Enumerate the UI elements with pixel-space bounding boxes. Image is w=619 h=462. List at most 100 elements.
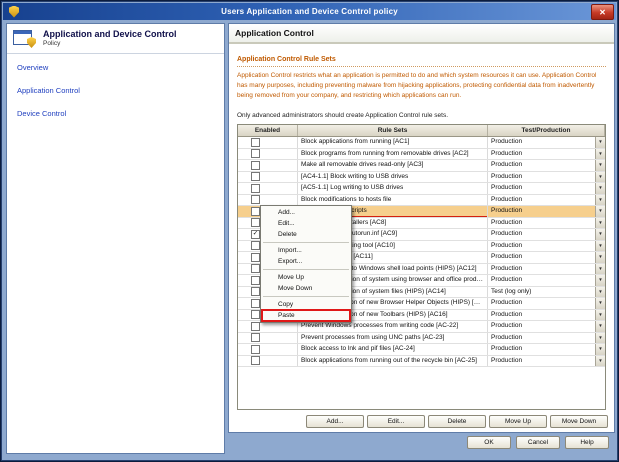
mode-select[interactable]: Production ▼ xyxy=(488,160,605,171)
mode-select[interactable]: Production ▼ xyxy=(488,252,605,263)
menu-item-add[interactable]: Add... xyxy=(262,207,350,218)
rule-name[interactable]: Prevent processes from using UNC paths [… xyxy=(298,333,488,344)
column-header-test-production[interactable]: Test/Production xyxy=(488,125,605,136)
mode-select[interactable]: Production ▼ xyxy=(488,264,605,275)
enabled-checkbox[interactable]: ✓ xyxy=(251,230,260,239)
menu-item-export[interactable]: Export... xyxy=(262,256,350,267)
dropdown-arrow-icon[interactable]: ▼ xyxy=(595,310,605,321)
enabled-checkbox[interactable] xyxy=(251,253,260,262)
mode-select[interactable]: Production ▼ xyxy=(488,321,605,332)
table-row[interactable]: Block programs from running from removab… xyxy=(238,149,605,161)
rule-name[interactable]: Block applications from running [AC1] xyxy=(298,137,488,148)
mode-select[interactable]: Production ▼ xyxy=(488,172,605,183)
help-button[interactable]: Help xyxy=(565,436,609,449)
rule-name[interactable]: Block applications from running out of t… xyxy=(298,356,488,367)
dropdown-arrow-icon[interactable]: ▼ xyxy=(595,264,605,275)
enabled-checkbox[interactable] xyxy=(251,149,260,158)
dropdown-arrow-icon[interactable]: ▼ xyxy=(595,229,605,240)
dropdown-arrow-icon[interactable]: ▼ xyxy=(595,287,605,298)
dropdown-arrow-icon[interactable]: ▼ xyxy=(595,172,605,183)
enabled-checkbox[interactable] xyxy=(251,322,260,331)
enabled-checkbox[interactable] xyxy=(251,276,260,285)
table-row[interactable]: Prevent processes from using UNC paths [… xyxy=(238,333,605,345)
menu-item-paste[interactable]: Paste xyxy=(262,310,350,321)
mode-select[interactable]: Production ▼ xyxy=(488,206,605,217)
dropdown-arrow-icon[interactable]: ▼ xyxy=(595,333,605,344)
enabled-checkbox[interactable] xyxy=(251,195,260,204)
sidebar-item-device-control[interactable]: Device Control xyxy=(17,109,214,118)
move-up-button[interactable]: Move Up xyxy=(489,415,547,428)
dropdown-arrow-icon[interactable]: ▼ xyxy=(595,344,605,355)
enabled-checkbox[interactable] xyxy=(251,310,260,319)
mode-select[interactable]: Production ▼ xyxy=(488,310,605,321)
ok-button[interactable]: OK xyxy=(467,436,511,449)
sidebar-item-overview[interactable]: Overview xyxy=(17,63,214,72)
dropdown-arrow-icon[interactable]: ▼ xyxy=(595,356,605,367)
table-row[interactable]: [AC5-1.1] Log writing to USB drives Prod… xyxy=(238,183,605,195)
add-button[interactable]: Add... xyxy=(306,415,364,428)
dropdown-arrow-icon[interactable]: ▼ xyxy=(595,298,605,309)
mode-select[interactable]: Production ▼ xyxy=(488,356,605,367)
enabled-checkbox[interactable] xyxy=(251,333,260,342)
delete-button[interactable]: Delete xyxy=(428,415,486,428)
mode-select[interactable]: Production ▼ xyxy=(488,275,605,286)
mode-select[interactable]: Test (log only) ▼ xyxy=(488,287,605,298)
mode-select[interactable]: Production ▼ xyxy=(488,195,605,206)
rule-name[interactable]: [AC5-1.1] Log writing to USB drives xyxy=(298,183,488,194)
enabled-checkbox[interactable] xyxy=(251,264,260,273)
table-row[interactable]: Block applications from running out of t… xyxy=(238,356,605,368)
menu-item-move-up[interactable]: Move Up xyxy=(262,272,350,283)
table-row[interactable]: Block access to lnk and pif files [AC-24… xyxy=(238,344,605,356)
menu-item-move-down[interactable]: Move Down xyxy=(262,283,350,294)
enabled-checkbox[interactable] xyxy=(251,161,260,170)
dropdown-arrow-icon[interactable]: ▼ xyxy=(595,321,605,332)
enabled-checkbox[interactable] xyxy=(251,172,260,181)
title-bar[interactable]: Users Application and Device Control pol… xyxy=(3,3,616,20)
enabled-checkbox[interactable] xyxy=(251,218,260,227)
dropdown-arrow-icon[interactable]: ▼ xyxy=(595,241,605,252)
dropdown-arrow-icon[interactable]: ▼ xyxy=(595,195,605,206)
dropdown-arrow-icon[interactable]: ▼ xyxy=(595,137,605,148)
mode-select[interactable]: Production ▼ xyxy=(488,183,605,194)
mode-select[interactable]: Production ▼ xyxy=(488,149,605,160)
cancel-button[interactable]: Cancel xyxy=(516,436,560,449)
mode-select[interactable]: Production ▼ xyxy=(488,137,605,148)
edit-button[interactable]: Edit... xyxy=(367,415,425,428)
table-row[interactable]: Block applications from running [AC1] Pr… xyxy=(238,137,605,149)
mode-select[interactable]: Production ▼ xyxy=(488,241,605,252)
table-row[interactable]: Make all removable drives read-only [AC3… xyxy=(238,160,605,172)
enabled-checkbox[interactable] xyxy=(251,356,260,365)
rule-name[interactable]: Make all removable drives read-only [AC3… xyxy=(298,160,488,171)
dropdown-arrow-icon[interactable]: ▼ xyxy=(595,183,605,194)
rule-name[interactable]: [AC4-1.1] Block writing to USB drives xyxy=(298,172,488,183)
enabled-checkbox[interactable] xyxy=(251,287,260,296)
menu-item-edit[interactable]: Edit... xyxy=(262,218,350,229)
mode-select[interactable]: Production ▼ xyxy=(488,229,605,240)
table-row[interactable]: [AC4-1.1] Block writing to USB drives Pr… xyxy=(238,172,605,184)
menu-item-import[interactable]: Import... xyxy=(262,245,350,256)
rule-name[interactable]: Block modifications to hosts file xyxy=(298,195,488,206)
dropdown-arrow-icon[interactable]: ▼ xyxy=(595,275,605,286)
menu-item-delete[interactable]: Delete xyxy=(262,229,350,240)
enabled-checkbox[interactable] xyxy=(251,207,260,216)
column-header-rule-sets[interactable]: Rule Sets xyxy=(298,125,488,136)
menu-item-copy[interactable]: Copy xyxy=(262,299,350,310)
mode-select[interactable]: Production ▼ xyxy=(488,218,605,229)
enabled-checkbox[interactable] xyxy=(251,241,260,250)
dropdown-arrow-icon[interactable]: ▼ xyxy=(595,149,605,160)
enabled-checkbox[interactable] xyxy=(251,299,260,308)
rule-name[interactable]: Block programs from running from removab… xyxy=(298,149,488,160)
dropdown-arrow-icon[interactable]: ▼ xyxy=(595,252,605,263)
enabled-checkbox[interactable] xyxy=(251,138,260,147)
mode-select[interactable]: Production ▼ xyxy=(488,344,605,355)
enabled-checkbox[interactable] xyxy=(251,345,260,354)
mode-select[interactable]: Production ▼ xyxy=(488,333,605,344)
sidebar-item-application-control[interactable]: Application Control xyxy=(17,86,214,95)
rule-name[interactable]: Block access to lnk and pif files [AC-24… xyxy=(298,344,488,355)
close-button[interactable]: ✕ xyxy=(591,4,614,20)
dropdown-arrow-icon[interactable]: ▼ xyxy=(595,160,605,171)
enabled-checkbox[interactable] xyxy=(251,184,260,193)
column-header-enabled[interactable]: Enabled xyxy=(238,125,298,136)
dropdown-arrow-icon[interactable]: ▼ xyxy=(595,206,605,217)
mode-select[interactable]: Production ▼ xyxy=(488,298,605,309)
